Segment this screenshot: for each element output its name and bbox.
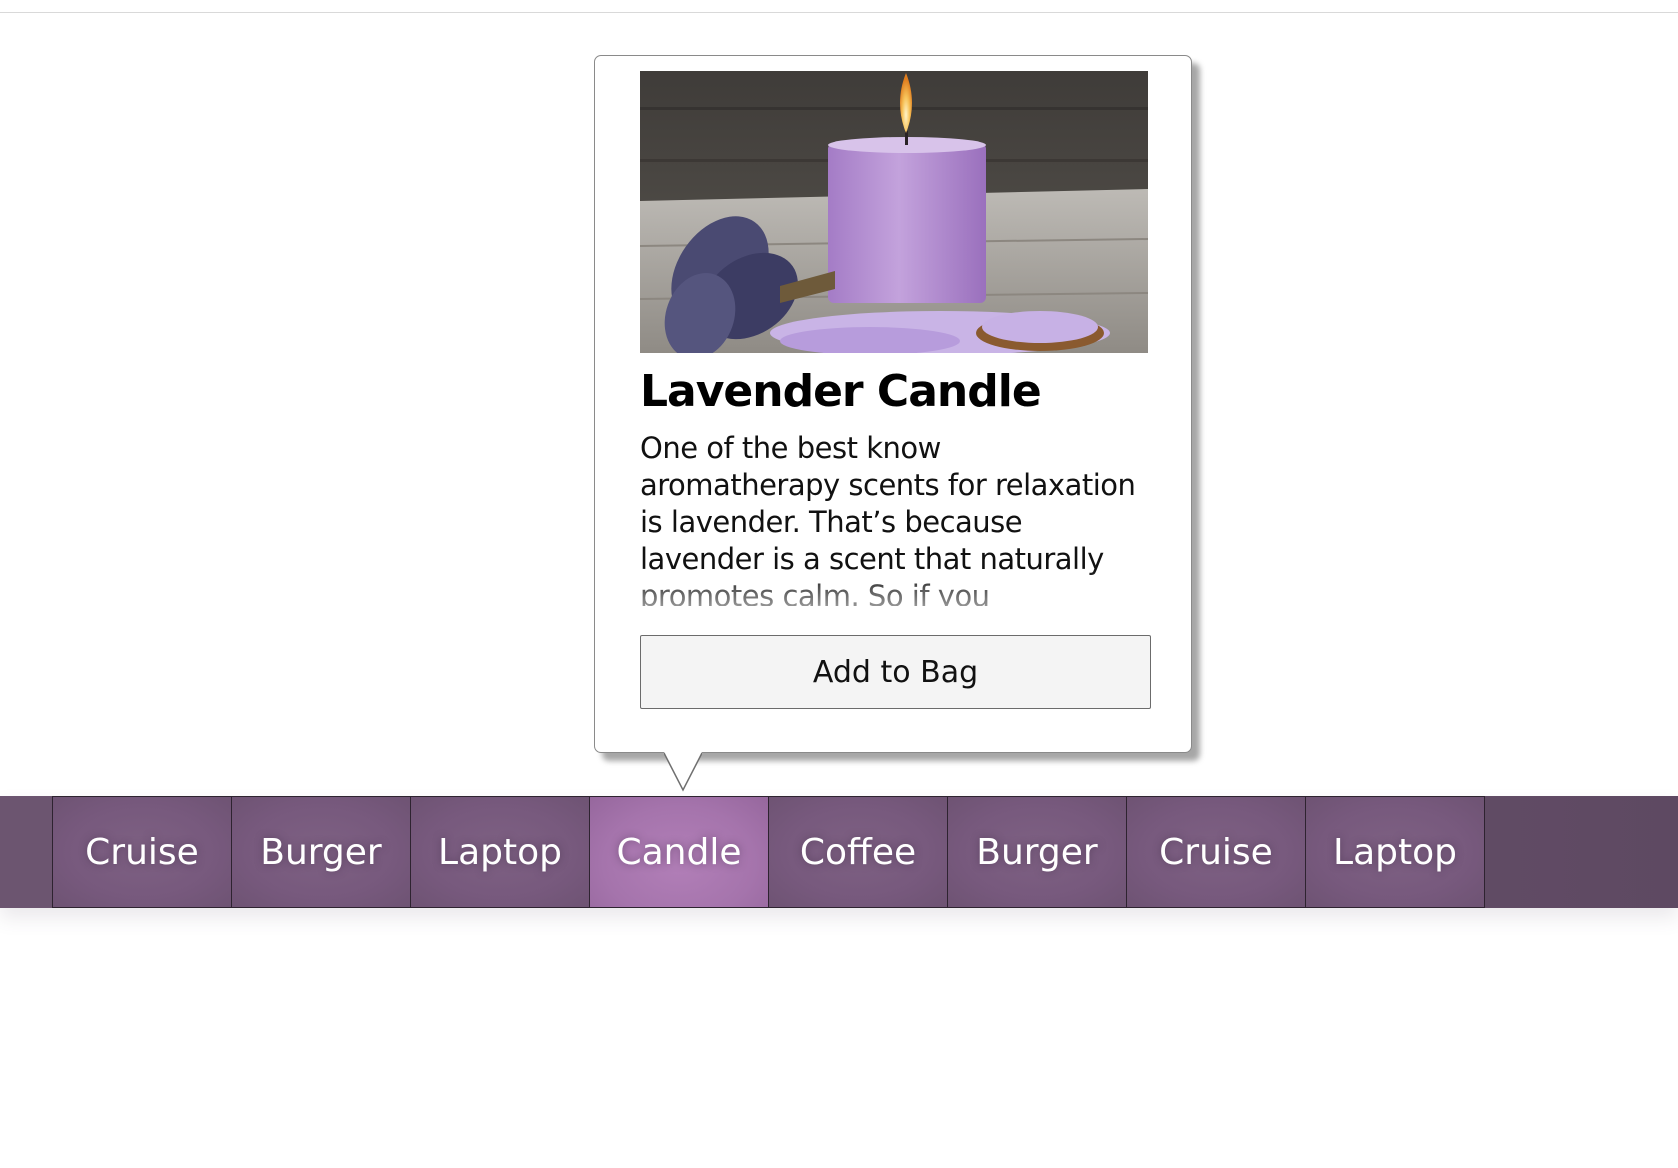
nav-item-burger[interactable]: Burger	[947, 796, 1127, 908]
nav-item-coffee[interactable]: Coffee	[768, 796, 948, 908]
product-description: One of the best know aromatherapy scents…	[640, 431, 1136, 606]
nav-item-candle[interactable]: Candle	[589, 796, 769, 908]
category-nav-items: Cruise Burger Laptop Candle Coffee Burge…	[52, 796, 1485, 908]
category-nav-bar: Cruise Burger Laptop Candle Coffee Burge…	[0, 796, 1678, 908]
nav-item-cruise[interactable]: Cruise	[1126, 796, 1306, 908]
popover-pointer	[664, 752, 702, 792]
product-popover: Lavender Candle One of the best know aro…	[594, 55, 1192, 753]
add-to-bag-button[interactable]: Add to Bag	[640, 635, 1151, 709]
nav-item-laptop[interactable]: Laptop	[1305, 796, 1485, 908]
product-title: Lavender Candle	[640, 366, 1042, 417]
top-divider	[0, 12, 1678, 13]
nav-item-burger[interactable]: Burger	[231, 796, 411, 908]
nav-item-cruise[interactable]: Cruise	[52, 796, 232, 908]
nav-item-laptop[interactable]: Laptop	[410, 796, 590, 908]
product-image	[640, 71, 1148, 353]
